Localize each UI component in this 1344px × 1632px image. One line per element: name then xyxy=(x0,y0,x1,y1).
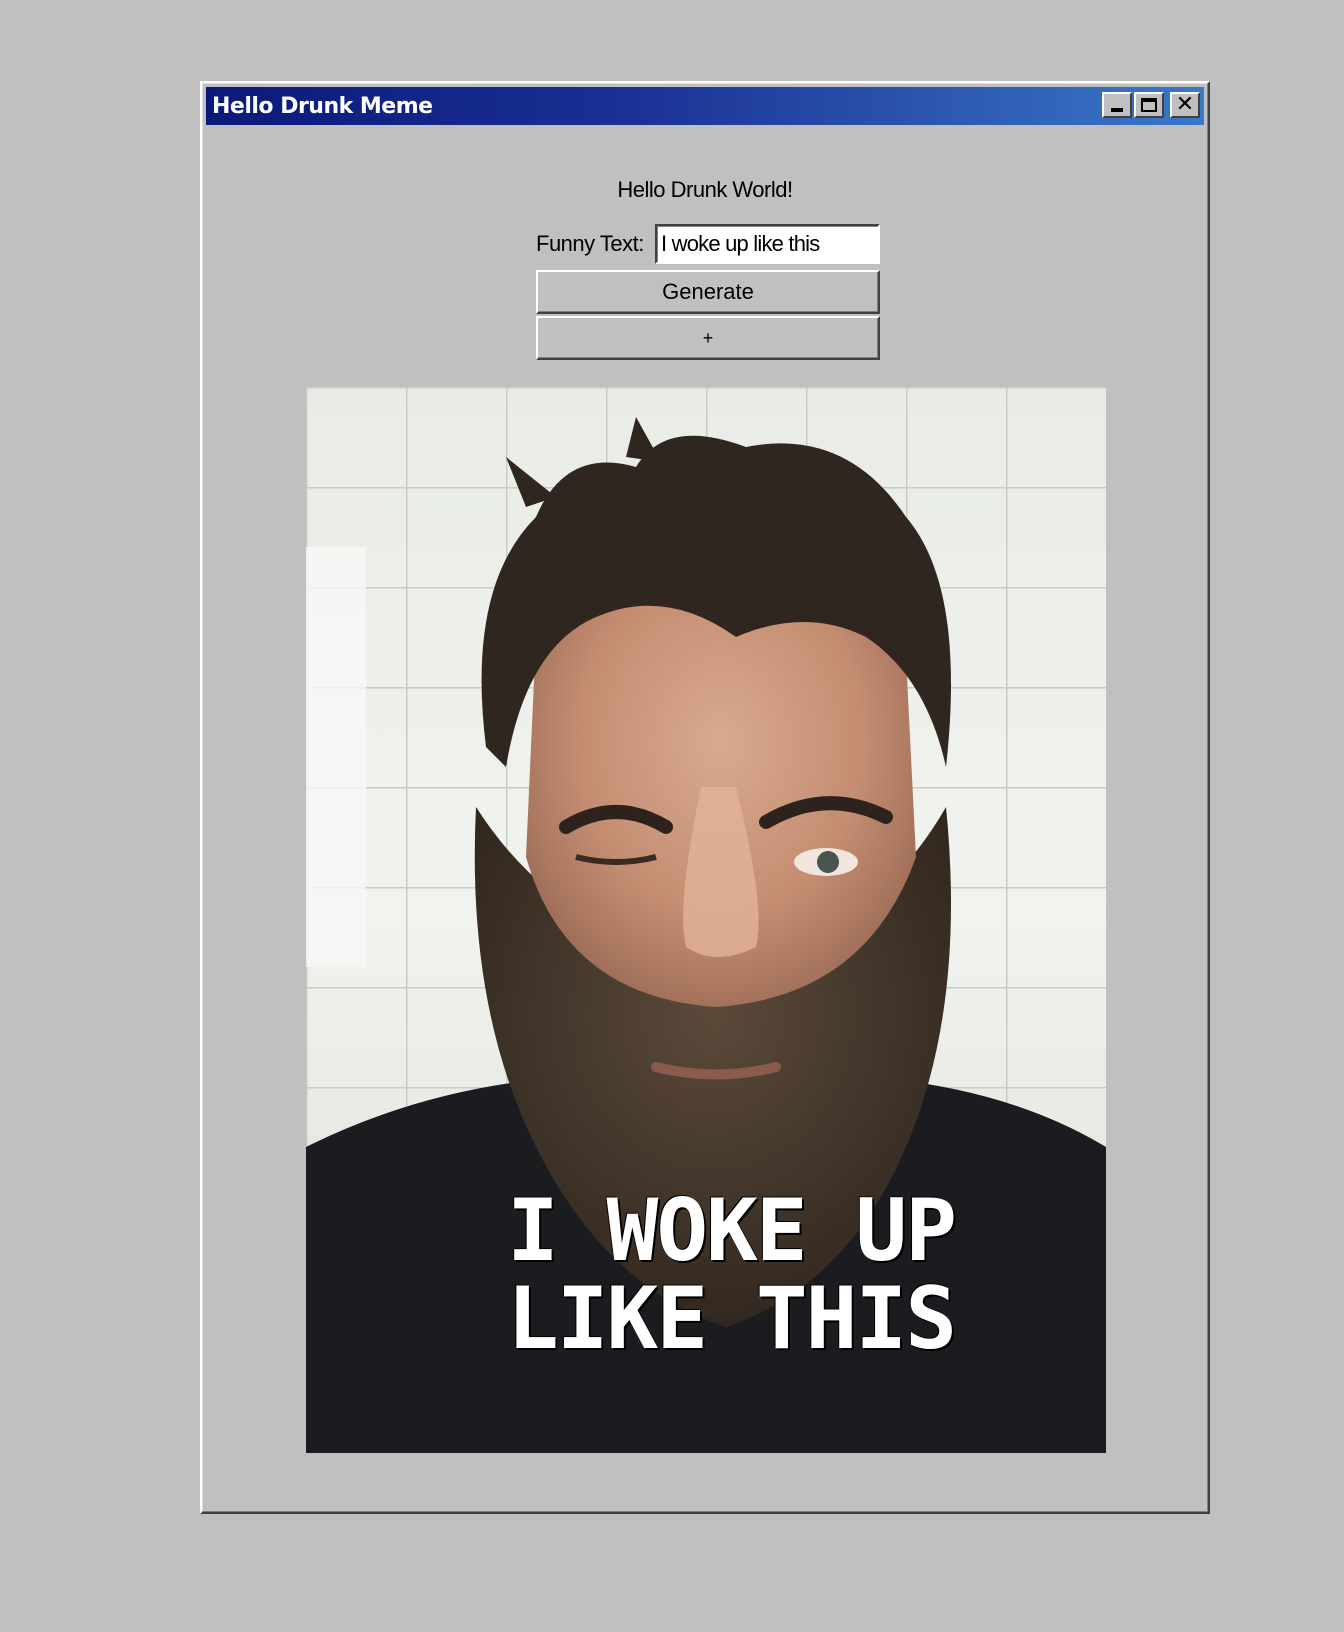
window-title: Hello Drunk Meme xyxy=(212,93,433,119)
minimize-icon xyxy=(1111,108,1123,112)
generate-button[interactable]: Generate xyxy=(536,270,880,314)
greeting-label: Hello Drunk World! xyxy=(617,177,793,202)
title-bar[interactable]: Hello Drunk Meme ✕ xyxy=(206,87,1204,125)
close-icon: ✕ xyxy=(1175,92,1195,117)
add-button[interactable]: + xyxy=(536,316,880,360)
maximize-button[interactable] xyxy=(1134,92,1164,118)
meme-image: I WOKE UP LIKE THIS xyxy=(306,387,1106,1453)
minimize-button[interactable] xyxy=(1102,92,1132,118)
funny-text-input[interactable] xyxy=(655,224,880,264)
funny-text-label: Funny Text: xyxy=(536,231,644,256)
close-button[interactable]: ✕ xyxy=(1170,92,1200,118)
app-window: Hello Drunk Meme ✕ Hello Drunk World! Fu… xyxy=(200,81,1210,1514)
meme-caption: I WOKE UP LIKE THIS xyxy=(507,1181,957,1369)
window-controls: ✕ xyxy=(1102,92,1200,118)
maximize-icon xyxy=(1141,98,1157,112)
